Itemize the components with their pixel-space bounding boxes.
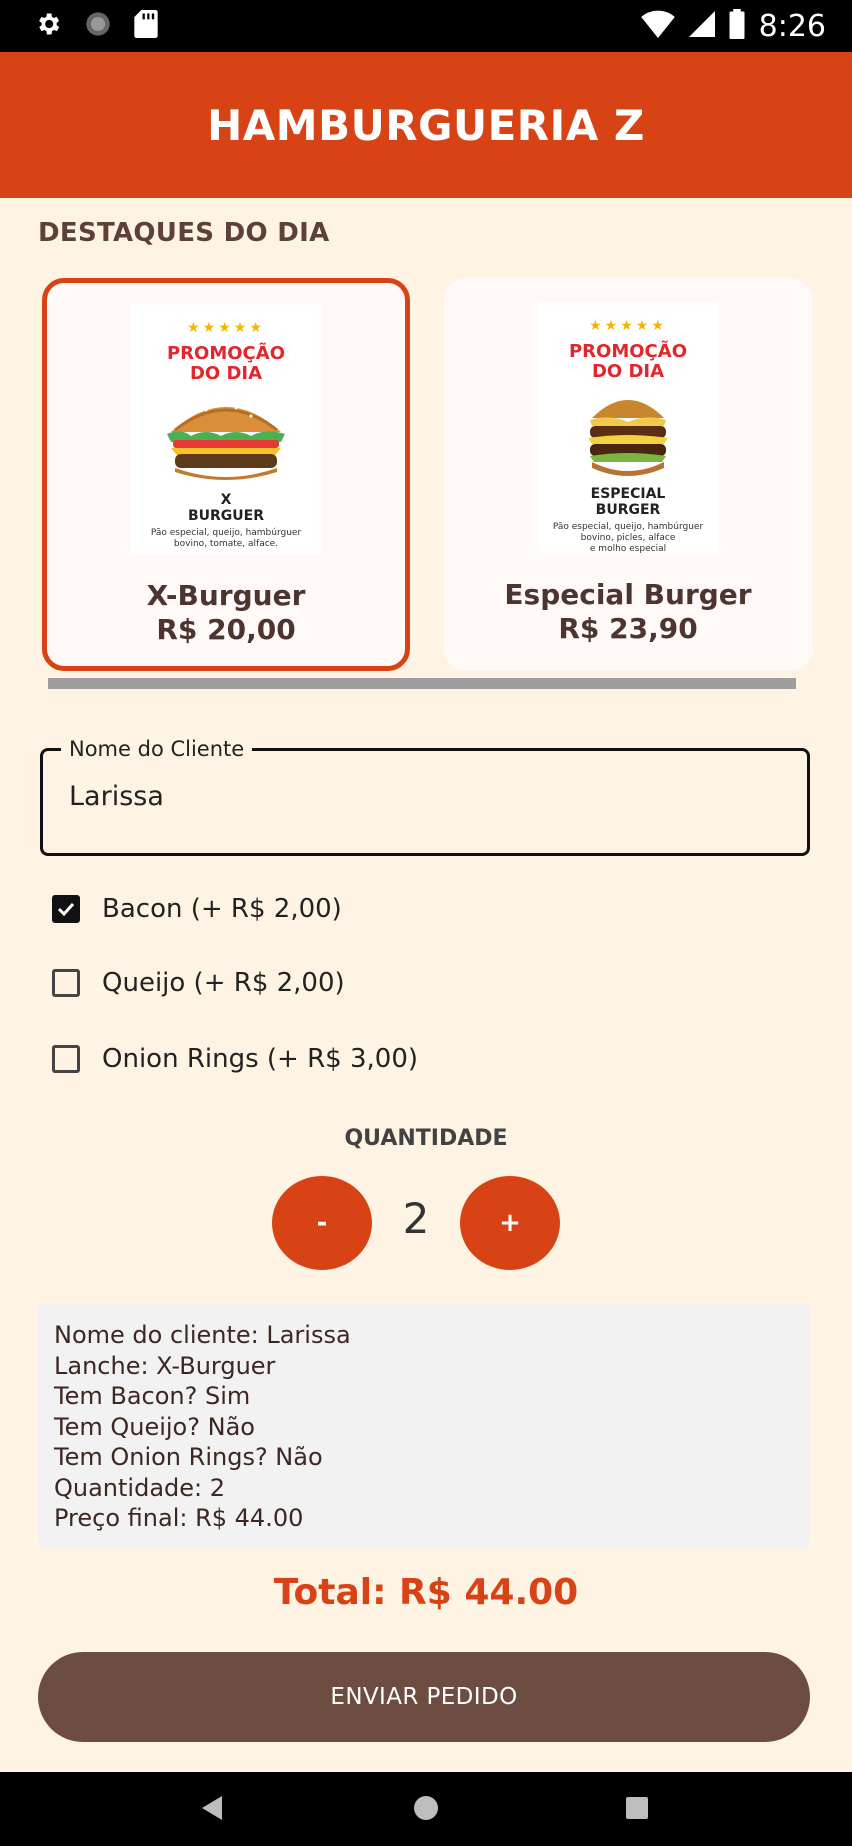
carousel-scrollbar[interactable] [48, 678, 796, 689]
onion-rings-checkbox[interactable] [52, 1045, 80, 1073]
card-price: R$ 23,90 [558, 612, 698, 645]
bacon-label: Bacon (+ R$ 2,00) [102, 894, 342, 924]
card-price: R$ 20,00 [156, 613, 296, 646]
promo-text: PROMOÇÃO DO DIA [568, 341, 687, 382]
highlight-card-especial-burger[interactable]: ★★★★★ PROMOÇÃO DO DIA ESPECIAL BURGER Pã… [444, 278, 812, 671]
burger-name-text: X BURGUER [187, 492, 265, 524]
summary-line: Tem Bacon? Sim [54, 1382, 251, 1410]
sd-card-icon [134, 10, 158, 42]
especial-burger-poster: ★★★★★ PROMOÇÃO DO DIA ESPECIAL BURGER Pã… [538, 302, 718, 554]
card-name: Especial Burger [504, 578, 752, 611]
extra-onion-rings[interactable]: Onion Rings (+ R$ 3,00) [52, 1044, 418, 1074]
promo-text: PROMOÇÃO DO DIA [166, 343, 285, 384]
quantity-title: QUANTIDADE [344, 1126, 508, 1151]
summary-line: Tem Onion Rings? Não [54, 1443, 323, 1471]
order-total: Total: R$ 44.00 [273, 1572, 579, 1613]
queijo-checkbox[interactable] [52, 969, 80, 997]
order-summary: Nome do cliente: Larissa Lanche: X-Burgu… [38, 1304, 810, 1548]
bacon-checkbox[interactable] [52, 895, 80, 923]
summary-line: Nome do cliente: Larissa [54, 1321, 351, 1349]
summary-line: Quantidade: 2 [54, 1473, 226, 1502]
battery-icon [729, 9, 745, 43]
burger-name-text: ESPECIAL BURGER [590, 486, 666, 518]
clock: 8:26 [758, 8, 826, 44]
recent-apps-icon[interactable] [626, 1797, 648, 1819]
burger-image [167, 402, 285, 480]
increase-quantity-button[interactable]: + [460, 1176, 560, 1270]
decrease-quantity-button[interactable]: - [272, 1176, 372, 1270]
wifi-icon [640, 10, 675, 42]
quantity-value: 2 [402, 1194, 430, 1243]
gear-icon [34, 10, 62, 42]
rating-stars: ★★★★★ [589, 318, 667, 334]
checkmark-icon [57, 902, 75, 917]
x-burguer-poster: ★★★★★ PROMOÇÃO DO DIA X BURGUER Pão espe… [131, 304, 321, 554]
burger-image [588, 400, 668, 476]
signal-icon [688, 10, 715, 42]
customer-name-label: Nome do Cliente [61, 737, 253, 761]
send-order-button[interactable]: ENVIAR PEDIDO [38, 1652, 810, 1742]
burger-description: Pão especial, queijo, hambúrguer bovino,… [150, 528, 302, 549]
burger-description: Pão especial, queijo, hambúrguer bovino,… [552, 522, 704, 554]
navigation-bar [0, 1772, 852, 1846]
customer-name-input[interactable]: Larissa [69, 781, 164, 812]
app-title: HAMBURGUERIA Z [207, 100, 645, 150]
onion-rings-label: Onion Rings (+ R$ 3,00) [102, 1044, 418, 1074]
summary-line: Tem Queijo? Não [54, 1412, 255, 1441]
highlight-card-x-burguer[interactable]: ★★★★★ PROMOÇÃO DO DIA X BURGUER Pão espe… [42, 278, 410, 671]
extra-queijo[interactable]: Queijo (+ R$ 2,00) [52, 968, 345, 998]
extra-bacon[interactable]: Bacon (+ R$ 2,00) [52, 894, 342, 924]
highlights-carousel[interactable]: ★★★★★ PROMOÇÃO DO DIA X BURGUER Pão espe… [42, 278, 812, 673]
summary-line: Preço final: R$ 44.00 [54, 1504, 304, 1532]
highlights-title: DESTAQUES DO DIA [38, 218, 330, 248]
home-icon[interactable] [414, 1796, 438, 1820]
app-bar: HAMBURGUERIA Z [0, 52, 852, 198]
queijo-label: Queijo (+ R$ 2,00) [102, 968, 345, 998]
summary-line: Lanche: X-Burguer [54, 1351, 276, 1380]
customer-name-field[interactable]: Nome do Cliente Larissa [40, 737, 810, 856]
circle-loading-icon [84, 10, 112, 42]
rating-stars: ★★★★★ [187, 320, 265, 336]
status-bar: 8:26 [0, 0, 852, 52]
card-name: X-Burguer [146, 579, 306, 612]
back-icon[interactable] [200, 1794, 224, 1822]
